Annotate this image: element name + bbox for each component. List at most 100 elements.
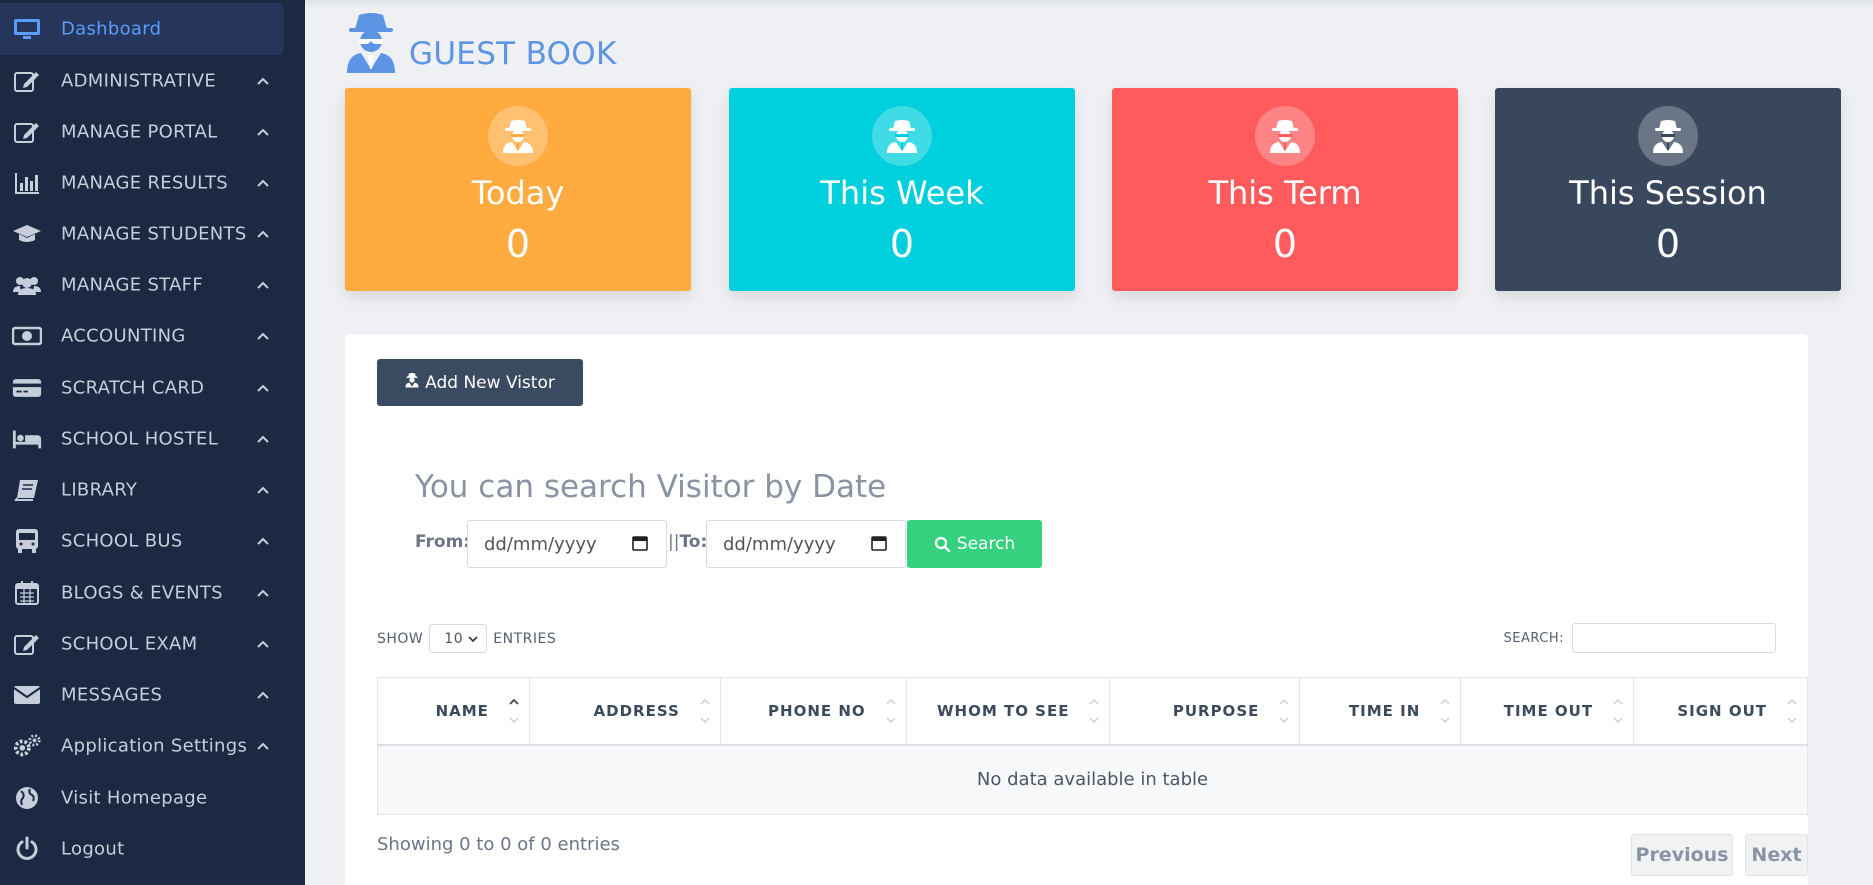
chevron-up-icon bbox=[257, 537, 269, 545]
stat-label: This Term bbox=[1208, 174, 1362, 212]
next-page-button[interactable]: Next bbox=[1745, 834, 1808, 876]
chevron-up-icon bbox=[257, 435, 269, 443]
add-visitor-button[interactable]: Add New Vistor bbox=[377, 359, 583, 406]
sort-icon bbox=[509, 698, 519, 724]
stat-card-this-week: This Week 0 bbox=[729, 88, 1075, 291]
sidebar-item-school-bus[interactable]: SCHOOL BUS bbox=[0, 515, 284, 567]
globe-icon bbox=[12, 786, 42, 810]
column-header-whom-to-see[interactable]: WHOM TO SEE bbox=[905, 677, 1111, 746]
sidebar-item-visit-homepage[interactable]: Visit Homepage bbox=[0, 772, 284, 824]
to-date-input[interactable]: dd/mm/yyyy bbox=[706, 520, 906, 568]
sidebar-item-manage-students[interactable]: MANAGE STUDENTS bbox=[0, 208, 284, 260]
sort-icon bbox=[886, 698, 896, 724]
power-icon bbox=[12, 836, 42, 861]
stat-label: This Week bbox=[820, 174, 984, 212]
chevron-up-icon bbox=[257, 179, 269, 187]
calendar-icon[interactable] bbox=[871, 535, 887, 551]
sidebar-item-blogs-events[interactable]: BLOGS & EVENTS bbox=[0, 567, 284, 619]
sidebar-item-library[interactable]: LIBRARY bbox=[0, 464, 284, 516]
page-title: GUEST BOOK bbox=[409, 36, 617, 72]
sidebar-item-application-settings[interactable]: Application Settings bbox=[0, 720, 284, 772]
visitors-table: NAME ADDRESS PHONE NO WHOM TO SEE PURPOS… bbox=[377, 677, 1808, 815]
book-icon bbox=[12, 478, 42, 502]
bar-chart-icon bbox=[12, 171, 42, 195]
table-info: Showing 0 to 0 of 0 entries bbox=[377, 834, 620, 855]
sidebar-item-dashboard[interactable]: Dashboard bbox=[0, 3, 284, 55]
table-row: No data available in table bbox=[377, 744, 1808, 815]
sidebar-item-label: SCHOOL BUS bbox=[61, 530, 183, 552]
stat-card-this-session: This Session 0 bbox=[1495, 88, 1841, 291]
sidebar-item-label: Application Settings bbox=[61, 735, 248, 757]
credit-card-icon bbox=[12, 376, 42, 400]
column-header-time-out[interactable]: TIME OUT bbox=[1460, 677, 1635, 746]
stat-value: 0 bbox=[1272, 222, 1298, 266]
show-entries: SHOW 10 ENTRIES bbox=[377, 624, 556, 653]
envelope-icon bbox=[12, 683, 42, 707]
chevron-up-icon bbox=[257, 486, 269, 494]
search-button[interactable]: Search bbox=[907, 520, 1042, 568]
stat-value: 0 bbox=[889, 222, 915, 266]
sidebar-item-label: SCRATCH CARD bbox=[61, 377, 205, 399]
user-secret-icon bbox=[405, 372, 419, 393]
sidebar-item-label: MANAGE PORTAL bbox=[61, 121, 218, 143]
sidebar-item-accounting[interactable]: ACCOUNTING bbox=[0, 310, 284, 362]
sidebar-item-label: ADMINISTRATIVE bbox=[61, 70, 217, 92]
column-header-name[interactable]: NAME bbox=[377, 677, 530, 746]
sidebar-item-scratch-card[interactable]: SCRATCH CARD bbox=[0, 362, 284, 414]
add-visitor-label: Add New Vistor bbox=[425, 372, 555, 393]
date-separator: ||To: bbox=[668, 532, 708, 552]
column-header-time-in[interactable]: TIME IN bbox=[1299, 677, 1462, 746]
stat-value: 0 bbox=[1655, 222, 1681, 266]
chevron-up-icon bbox=[257, 589, 269, 597]
sidebar-item-administrative[interactable]: ADMINISTRATIVE bbox=[0, 55, 284, 107]
entries-select[interactable]: 10 bbox=[429, 624, 488, 653]
table-search-input[interactable] bbox=[1572, 623, 1776, 653]
table-search-label: SEARCH: bbox=[1503, 630, 1564, 646]
column-header-phone-no[interactable]: PHONE NO bbox=[719, 677, 907, 746]
monitor-icon bbox=[12, 17, 42, 41]
sidebar-item-label: BLOGS & EVENTS bbox=[61, 582, 223, 604]
chevron-up-icon bbox=[257, 384, 269, 392]
main-panel: Add New Vistor You can search Visitor by… bbox=[345, 334, 1808, 885]
search-button-label: Search bbox=[956, 534, 1016, 554]
show-label: SHOW bbox=[377, 630, 424, 647]
column-header-purpose[interactable]: PURPOSE bbox=[1109, 677, 1301, 746]
sidebar-item-manage-results[interactable]: MANAGE RESULTS bbox=[0, 157, 284, 209]
sort-icon bbox=[1440, 698, 1450, 724]
sidebar: Dashboard ADMINISTRATIVE MANAGE PORTAL M… bbox=[0, 0, 305, 885]
edit-icon bbox=[12, 632, 42, 656]
entries-label: ENTRIES bbox=[493, 630, 557, 647]
stat-card-this-term: This Term 0 bbox=[1112, 88, 1458, 291]
sort-icon bbox=[1613, 698, 1623, 724]
sidebar-item-logout[interactable]: Logout bbox=[0, 823, 284, 875]
previous-page-button[interactable]: Previous bbox=[1631, 834, 1733, 876]
from-date-input[interactable]: dd/mm/yyyy bbox=[467, 520, 667, 568]
column-header-sign-out[interactable]: SIGN OUT bbox=[1633, 677, 1808, 746]
stat-label: This Session bbox=[1569, 174, 1767, 212]
from-label: From: bbox=[415, 532, 471, 552]
column-header-address[interactable]: ADDRESS bbox=[528, 677, 721, 746]
sidebar-item-school-exam[interactable]: SCHOOL EXAM bbox=[0, 618, 284, 670]
sidebar-item-label: MESSAGES bbox=[61, 684, 163, 706]
stat-card-today: Today 0 bbox=[345, 88, 691, 291]
sidebar-item-label: Dashboard bbox=[61, 18, 162, 40]
table-header-row: NAME ADDRESS PHONE NO WHOM TO SEE PURPOS… bbox=[377, 677, 1808, 746]
chevron-down-icon bbox=[468, 636, 478, 643]
sidebar-item-label: MANAGE STUDENTS bbox=[61, 223, 247, 245]
sidebar-item-school-hostel[interactable]: SCHOOL HOSTEL bbox=[0, 413, 284, 465]
sidebar-item-label: SCHOOL EXAM bbox=[61, 633, 198, 655]
calendar-icon[interactable] bbox=[632, 535, 648, 551]
sidebar-item-messages[interactable]: MESSAGES bbox=[0, 669, 284, 721]
search-heading: You can search Visitor by Date bbox=[415, 469, 887, 505]
chevron-up-icon bbox=[257, 128, 269, 136]
sidebar-item-manage-portal[interactable]: MANAGE PORTAL bbox=[0, 106, 284, 158]
sidebar-item-manage-staff[interactable]: MANAGE STAFF bbox=[0, 259, 284, 311]
chevron-up-icon bbox=[257, 230, 269, 238]
chevron-up-icon bbox=[257, 281, 269, 289]
sort-icon bbox=[700, 698, 710, 724]
sidebar-item-label: Logout bbox=[61, 838, 125, 860]
sidebar-item-label: LIBRARY bbox=[61, 479, 138, 501]
entries-value: 10 bbox=[444, 630, 464, 647]
user-secret-icon bbox=[1255, 106, 1315, 166]
page-header: GUEST BOOK bbox=[345, 12, 617, 76]
